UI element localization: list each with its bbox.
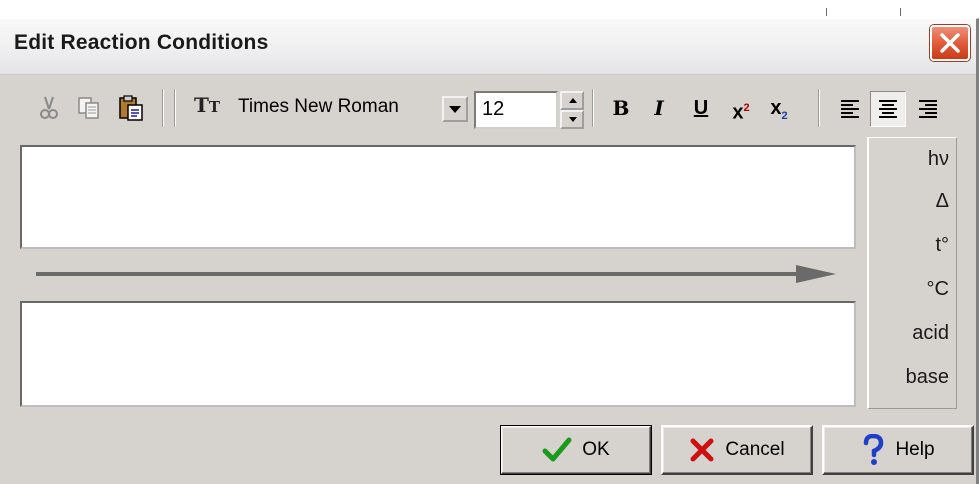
underline-button[interactable]: U [686, 93, 716, 123]
symbol-light[interactable]: hν [869, 148, 959, 171]
symbol-base[interactable]: base [869, 366, 959, 389]
below-arrow-text-field[interactable] [20, 301, 856, 407]
subscript-button[interactable]: x2 [764, 93, 794, 123]
font-type-icon: TT [194, 93, 221, 117]
symbol-palette: hν Δ t° °C acid base [867, 137, 957, 409]
help-label: Help [895, 439, 935, 460]
superscript-mark: 2 [743, 102, 750, 114]
ok-button[interactable]: OK [500, 425, 652, 475]
size-up-button[interactable] [560, 91, 584, 110]
above-arrow-text-field[interactable] [20, 145, 856, 249]
subscript-base: x [770, 97, 782, 119]
toolbar-separator [592, 89, 594, 127]
toolbar-separator [162, 89, 164, 127]
close-icon [940, 33, 960, 53]
align-left-button[interactable] [832, 91, 868, 127]
cancel-button[interactable]: Cancel [661, 425, 813, 475]
formatting-toolbar: TT Times New Roman 12 B I U x2 x2 [16, 81, 968, 137]
help-button[interactable]: Help [822, 425, 974, 475]
superscript-base: x [732, 101, 744, 124]
checkmark-icon [542, 437, 572, 462]
cancel-label: Cancel [725, 439, 785, 460]
symbol-celsius[interactable]: °C [869, 278, 959, 301]
toolbar-separator [174, 89, 176, 127]
align-center-icon [879, 100, 897, 118]
symbol-heat[interactable]: Δ [869, 190, 959, 213]
copy-icon [78, 97, 99, 119]
x-icon [690, 438, 714, 462]
window-title: Edit Reaction Conditions [14, 31, 269, 54]
align-left-icon [841, 100, 859, 118]
toolbar-separator [818, 89, 820, 127]
divider [900, 8, 901, 16]
font-dropdown-arrow[interactable] [442, 96, 468, 122]
symbol-temperature[interactable]: t° [869, 234, 959, 257]
align-center-button[interactable] [870, 91, 906, 127]
reaction-arrow-icon [36, 265, 836, 283]
superscript-button[interactable]: x2 [726, 93, 756, 124]
paste-button[interactable] [116, 93, 146, 123]
size-down-button[interactable] [560, 110, 584, 129]
subscript-mark: 2 [781, 110, 788, 122]
divider [826, 8, 827, 16]
clipboard-icon [119, 95, 143, 121]
align-right-button[interactable] [910, 91, 946, 127]
italic-button[interactable]: I [644, 93, 674, 123]
close-button[interactable] [930, 25, 970, 61]
reaction-arrow [36, 262, 836, 286]
scissors-icon [40, 96, 58, 119]
align-right-icon [919, 100, 937, 118]
font-size-stepper[interactable] [560, 91, 584, 129]
copy-button[interactable] [74, 93, 104, 123]
question-mark-icon [864, 434, 884, 465]
ok-label: OK [582, 439, 610, 460]
edit-reaction-conditions-dialog: Edit Reaction Conditions TT Times New Ro… [0, 18, 979, 484]
desktop-strip [0, 0, 979, 18]
cut-button[interactable] [34, 93, 64, 123]
title-bar[interactable]: Edit Reaction Conditions [0, 19, 976, 75]
symbol-acid[interactable]: acid [869, 322, 959, 345]
font-size-input[interactable]: 12 [474, 91, 558, 129]
font-name-select[interactable]: Times New Roman [238, 96, 399, 118]
bold-button[interactable]: B [606, 93, 636, 123]
